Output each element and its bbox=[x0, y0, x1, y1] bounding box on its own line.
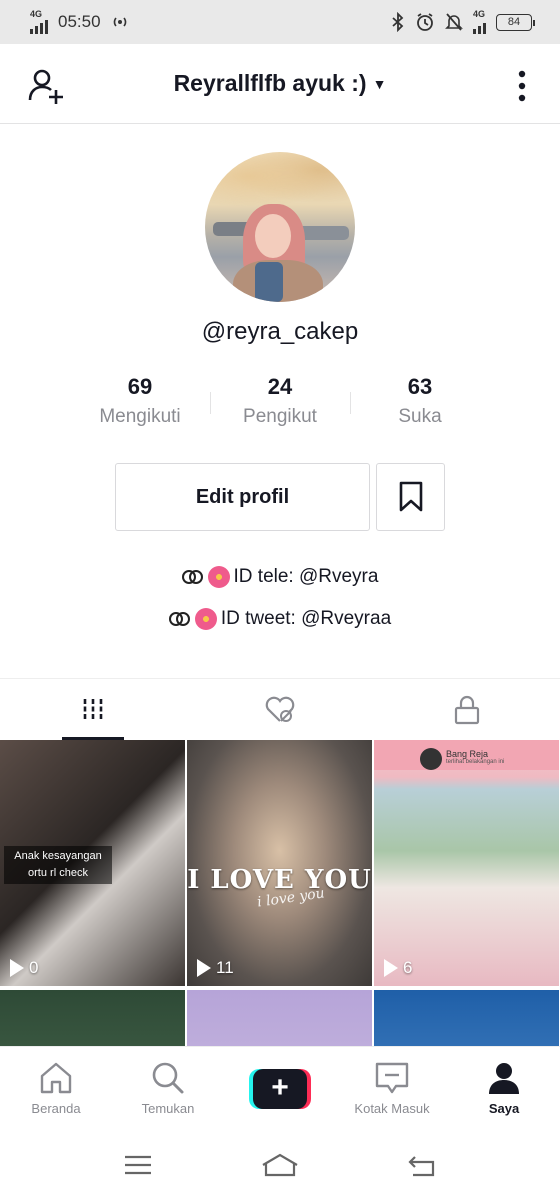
view-count-value: 6 bbox=[403, 958, 413, 977]
nav-home[interactable]: Beranda bbox=[0, 1047, 112, 1130]
play-icon bbox=[197, 959, 211, 977]
video-grid: Anak kesayangan ortu rl check 0 I LOVE Y… bbox=[0, 740, 560, 1050]
bio-line: ID tweet: @Rveyraa bbox=[0, 608, 560, 630]
view-count-value: 11 bbox=[216, 958, 234, 977]
video-thumbnail[interactable] bbox=[374, 990, 559, 1050]
view-count: 11 bbox=[197, 958, 234, 978]
profile-icon bbox=[489, 1063, 519, 1094]
account-name: Reyrallflfb ayuk :) bbox=[173, 70, 367, 96]
stat-value: 69 bbox=[127, 374, 153, 399]
tab-private[interactable] bbox=[373, 679, 560, 740]
rings-flower-emoji-icon bbox=[181, 566, 232, 588]
chat-avatar bbox=[420, 748, 442, 770]
alarm-icon bbox=[417, 13, 433, 31]
play-icon bbox=[384, 959, 398, 977]
bio-text: ID tweet: @Rveyraa bbox=[220, 608, 392, 629]
bookmark-icon bbox=[399, 481, 422, 512]
stat-value: 24 bbox=[267, 374, 293, 399]
stat-following[interactable]: 69 Mengikuti bbox=[70, 372, 210, 436]
video-thumbnail[interactable] bbox=[0, 990, 185, 1050]
nav-label: Temukan bbox=[141, 1101, 195, 1116]
bio-text: ID tele: @Rveyra bbox=[233, 566, 379, 587]
nav-label: Saya bbox=[488, 1101, 520, 1116]
signal-icon bbox=[30, 20, 48, 34]
search-icon bbox=[152, 1062, 184, 1094]
nav-discover[interactable]: Temukan bbox=[112, 1047, 224, 1130]
battery-icon: 84 bbox=[496, 13, 535, 31]
tab-videos[interactable] bbox=[0, 679, 187, 740]
bio-line: ID tele: @Rveyra bbox=[0, 566, 560, 588]
video-caption: Anak kesayangan ortu rl check bbox=[4, 846, 112, 884]
chat-header: Bang Reja terlihat belakangan ini bbox=[374, 740, 559, 770]
signal-icon-2 bbox=[473, 20, 486, 34]
stat-label: Suka bbox=[398, 406, 442, 427]
video-thumbnail[interactable]: Anak kesayangan ortu rl check 0 bbox=[0, 740, 185, 986]
chat-status: terlihat belakangan ini bbox=[446, 759, 505, 765]
status-bar: 4G 05:50 4G 84 bbox=[0, 0, 560, 44]
create-plus: + bbox=[253, 1069, 307, 1109]
edit-profile-button[interactable]: Edit profil bbox=[115, 463, 370, 531]
video-thumbnail[interactable]: I LOVE YOU i love you 11 bbox=[187, 740, 372, 986]
bottom-nav: Beranda Temukan + Kotak Masuk Saya bbox=[0, 1046, 560, 1130]
back-icon[interactable] bbox=[407, 1153, 437, 1177]
create-icon: + bbox=[249, 1069, 311, 1109]
nav-label: Beranda bbox=[31, 1101, 81, 1116]
nav-label: Kotak Masuk bbox=[354, 1101, 430, 1116]
account-switcher[interactable]: Reyrallflfb ayuk :) ▼ bbox=[174, 70, 387, 97]
lock-icon bbox=[454, 695, 479, 724]
tab-liked[interactable] bbox=[187, 679, 374, 740]
more-vertical-icon[interactable] bbox=[510, 66, 534, 106]
bluetooth-icon bbox=[392, 12, 404, 32]
home-icon bbox=[40, 1062, 72, 1094]
nav-inbox[interactable]: Kotak Masuk bbox=[336, 1047, 448, 1130]
mute-bell-icon bbox=[445, 13, 463, 31]
stat-likes[interactable]: 63 Suka bbox=[350, 372, 490, 436]
view-count-value: 0 bbox=[29, 958, 39, 977]
avatar[interactable] bbox=[205, 152, 355, 302]
rings-flower-emoji-icon bbox=[168, 608, 219, 630]
hotspot-icon bbox=[113, 17, 126, 27]
stat-label: Pengikut bbox=[243, 406, 317, 427]
nav-profile[interactable]: Saya bbox=[448, 1047, 560, 1130]
liked-hidden-icon bbox=[265, 696, 295, 722]
stat-label: Mengikuti bbox=[99, 406, 181, 427]
username: @reyra_cakep bbox=[201, 318, 359, 345]
view-count: 6 bbox=[384, 958, 412, 978]
stat-followers[interactable]: 24 Pengikut bbox=[210, 372, 350, 436]
play-icon bbox=[10, 959, 24, 977]
battery-level: 84 bbox=[507, 16, 521, 28]
favorites-button[interactable] bbox=[376, 463, 445, 531]
profile-header: Reyrallflfb ayuk :) ▼ bbox=[0, 44, 560, 124]
stat-value: 63 bbox=[407, 374, 433, 399]
profile-tabs bbox=[0, 678, 560, 740]
profile-stats: 69 Mengikuti 24 Pengikut 63 Suka bbox=[70, 372, 490, 436]
grid-icon bbox=[84, 698, 103, 721]
chevron-down-icon: ▼ bbox=[372, 75, 387, 92]
person-add-icon[interactable] bbox=[26, 66, 66, 106]
network-type: 4G bbox=[30, 9, 43, 19]
inbox-icon bbox=[375, 1062, 409, 1094]
menu-icon[interactable] bbox=[123, 1153, 153, 1177]
video-thumbnail[interactable]: Bang Reja terlihat belakangan ini 6 bbox=[374, 740, 559, 986]
view-count: 0 bbox=[10, 958, 38, 978]
status-time: 05:50 bbox=[58, 12, 101, 31]
network-type-2: 4G bbox=[473, 9, 486, 19]
chat-name: Bang Reja bbox=[446, 749, 489, 759]
video-thumbnail[interactable] bbox=[187, 990, 372, 1050]
nav-create[interactable]: + bbox=[224, 1047, 336, 1130]
home-nav-icon[interactable] bbox=[260, 1153, 300, 1177]
system-nav-bar bbox=[0, 1130, 560, 1200]
